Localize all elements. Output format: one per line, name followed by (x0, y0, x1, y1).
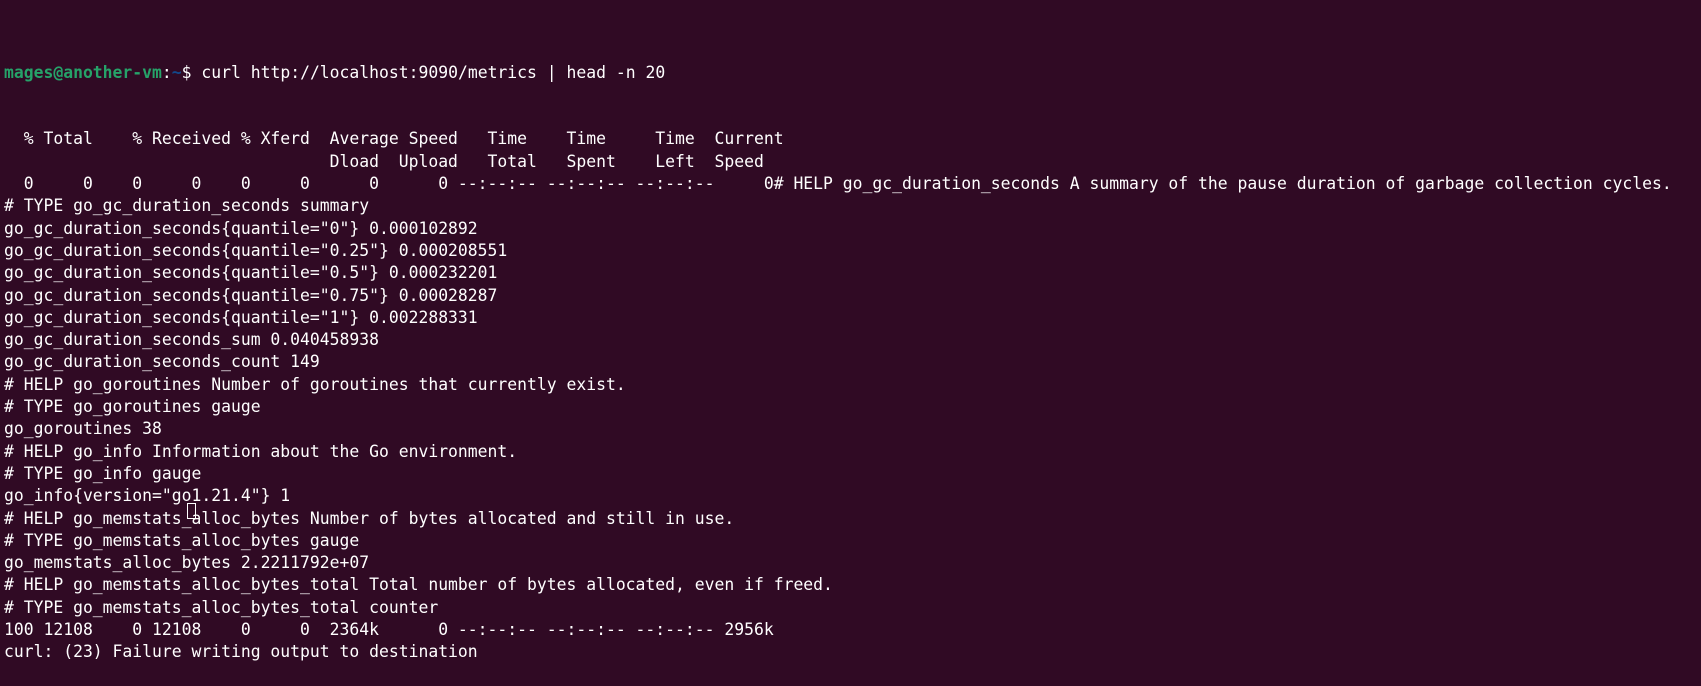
output-line: # TYPE go_info gauge (4, 463, 202, 483)
prompt-line: mages@another-vm:~$ curl http://localhos… (4, 62, 1672, 84)
output-line: go_gc_duration_seconds_count 149 (4, 352, 320, 372)
prompt-user-host: mages@another-vm (4, 62, 162, 82)
output-line: # TYPE go_memstats_alloc_bytes gauge (4, 530, 360, 550)
command-output: % Total % Received % Xferd Average Speed… (4, 128, 1672, 663)
prompt-symbol: $ (181, 62, 202, 82)
output-line: go_gc_duration_seconds{quantile="0"} 0.0… (4, 218, 478, 238)
output-line: go_memstats_alloc_bytes 2.2211792e+07 (4, 553, 370, 573)
output-line: go_info{version="go1.21.4"} 1 (4, 486, 291, 506)
terminal-output[interactable]: mages@another-vm:~$ curl http://localhos… (4, 17, 1672, 686)
output-line: go_gc_duration_seconds_sum 0.040458938 (4, 330, 379, 350)
output-line: # HELP go_goroutines Number of goroutine… (4, 374, 626, 394)
prompt-path: ~ (171, 62, 182, 82)
output-line: go_gc_duration_seconds{quantile="0.75"} … (4, 285, 498, 305)
output-line: # HELP go_info Information about the Go … (4, 441, 518, 461)
output-line: Dload Upload Total Spent Left Speed (4, 151, 764, 171)
output-line: go_gc_duration_seconds{quantile="0.25"} … (4, 240, 508, 260)
output-line: go_goroutines 38 (4, 419, 162, 439)
output-line: # TYPE go_memstats_alloc_bytes_total cou… (4, 597, 439, 617)
output-line: % Total % Received % Xferd Average Speed… (4, 129, 784, 149)
prompt-separator: : (161, 62, 172, 82)
output-line: curl: (23) Failure writing output to des… (4, 642, 478, 662)
terminal-cursor (187, 503, 196, 519)
output-line: # HELP go_memstats_alloc_bytes_total Tot… (4, 575, 833, 595)
output-line: # TYPE go_goroutines gauge (4, 397, 261, 417)
output-line: 0 0 0 0 0 0 0 0 --:--:-- --:--:-- --:--:… (4, 174, 1672, 194)
command-text: curl http://localhost:9090/metrics | hea… (201, 62, 666, 82)
output-line: # TYPE go_gc_duration_seconds summary (4, 196, 370, 216)
output-line: go_gc_duration_seconds{quantile="1"} 0.0… (4, 307, 478, 327)
output-line: # HELP go_memstats_alloc_bytes Number of… (4, 508, 735, 528)
output-line: 100 12108 0 12108 0 0 2364k 0 --:--:-- -… (4, 620, 774, 640)
output-line: go_gc_duration_seconds{quantile="0.5"} 0… (4, 263, 498, 283)
